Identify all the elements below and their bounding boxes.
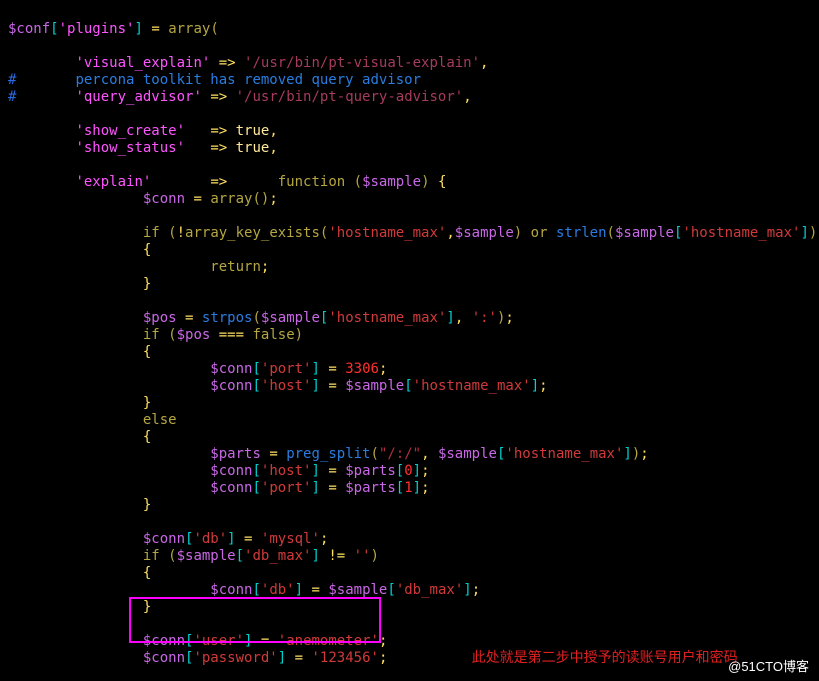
line: if ($pos === false): [8, 327, 303, 343]
annotation-text: 此处就是第二步中授予的读账号用户和密码: [472, 650, 738, 666]
line: $conn = array();: [8, 191, 278, 207]
line: {: [8, 242, 151, 258]
line: return;: [8, 259, 269, 275]
line: $conn['host'] = $parts[0];: [8, 463, 430, 479]
line: {: [8, 344, 151, 360]
line: # percona toolkit has removed query advi…: [8, 72, 421, 88]
line: $conn['port'] = $parts[1];: [8, 480, 430, 496]
line: }: [8, 497, 151, 513]
line: {: [8, 429, 151, 445]
line: $conn['db'] = 'mysql';: [8, 531, 328, 547]
line: {: [8, 565, 151, 581]
code-block: $conf['plugins'] = array( 'visual_explai…: [0, 0, 819, 681]
line: }: [8, 276, 151, 292]
line: $conn['user'] = 'anemometer';: [8, 633, 387, 649]
line: $conn['password'] = '123456'; 此处就是第二步中授予…: [8, 650, 738, 666]
line: $pos = strpos($sample['hostname_max'], '…: [8, 310, 514, 326]
line: 'show_create' => true,: [8, 123, 278, 139]
line: if (!array_key_exists('hostname_max',$sa…: [8, 225, 819, 241]
line: if ($sample['db_max'] != ''): [8, 548, 379, 564]
line: # 'query_advisor' => '/usr/bin/pt-query-…: [8, 89, 472, 105]
line: $conn['host'] = $sample['hostname_max'];: [8, 378, 548, 394]
line: $conn['port'] = 3306;: [8, 361, 387, 377]
watermark: @51CTO博客: [728, 656, 809, 675]
line: }: [8, 395, 151, 411]
line: else: [8, 412, 177, 428]
line: }: [8, 599, 151, 615]
line: 'visual_explain' => '/usr/bin/pt-visual-…: [8, 55, 488, 71]
line: $parts = preg_split("/:/", $sample['host…: [8, 446, 649, 462]
line: $conn['db'] = $sample['db_max'];: [8, 582, 480, 598]
line: 'explain' => function ($sample) {: [8, 174, 446, 190]
line: 'show_status' => true,: [8, 140, 278, 156]
line: $conf['plugins'] = array(: [8, 21, 219, 37]
